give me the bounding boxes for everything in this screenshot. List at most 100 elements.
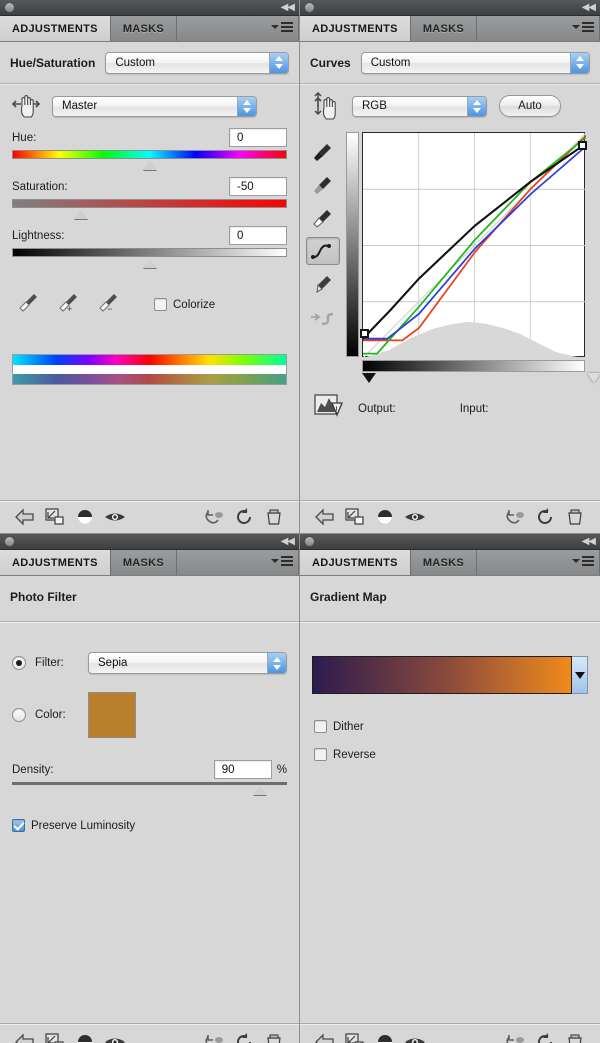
lightness-thumb[interactable] bbox=[142, 259, 157, 268]
delete-trash-icon[interactable] bbox=[560, 1029, 590, 1043]
curves-graph[interactable] bbox=[360, 132, 587, 358]
reset-icon[interactable] bbox=[530, 1029, 560, 1043]
clip-to-layer-icon[interactable] bbox=[340, 1029, 370, 1043]
dither-checkbox[interactable] bbox=[314, 720, 327, 733]
curve-tool-icon[interactable] bbox=[306, 237, 340, 265]
panel-menu-icon[interactable] bbox=[572, 22, 594, 32]
collapse-icon[interactable]: ◀◀ bbox=[582, 536, 596, 547]
lightness-track[interactable] bbox=[12, 248, 287, 268]
tab-masks[interactable]: MASKS bbox=[410, 550, 478, 575]
channel-dropdown[interactable]: RGB bbox=[352, 95, 487, 117]
visibility-eye-icon[interactable] bbox=[100, 1029, 130, 1043]
panel-menu-icon[interactable] bbox=[271, 556, 293, 566]
density-track[interactable] bbox=[12, 782, 287, 795]
preserve-luminosity-checkbox[interactable] bbox=[12, 819, 25, 832]
clip-to-layer-icon[interactable] bbox=[340, 504, 370, 530]
visibility-eye-icon[interactable] bbox=[400, 1029, 430, 1043]
eyedropper-gray-point-icon[interactable] bbox=[306, 171, 340, 199]
previous-state-icon[interactable] bbox=[199, 504, 229, 530]
filter-radio[interactable] bbox=[12, 656, 26, 670]
mask-view-icon[interactable] bbox=[370, 504, 400, 530]
mask-view-icon[interactable] bbox=[70, 1029, 100, 1043]
window-dot-icon[interactable] bbox=[304, 536, 315, 547]
collapse-icon[interactable]: ◀◀ bbox=[281, 536, 295, 547]
gradient-preview[interactable] bbox=[312, 656, 572, 694]
window-dot-icon[interactable] bbox=[4, 2, 15, 13]
previous-state-icon[interactable] bbox=[500, 1029, 530, 1043]
back-arrow-icon[interactable] bbox=[310, 1029, 340, 1043]
curve-control-point-white[interactable] bbox=[578, 141, 587, 150]
preset-dropdown[interactable]: Custom bbox=[105, 51, 289, 74]
panel-menu-icon[interactable] bbox=[572, 556, 594, 566]
tab-masks[interactable]: MASKS bbox=[410, 16, 478, 41]
filter-dropdown[interactable]: Sepia bbox=[88, 652, 287, 674]
smooth-curve-icon[interactable] bbox=[306, 303, 340, 331]
eyedropper-subtract-icon[interactable]: − bbox=[98, 291, 120, 318]
reverse-checkbox[interactable] bbox=[314, 748, 327, 761]
visibility-eye-icon[interactable] bbox=[400, 504, 430, 530]
colorize-checkbox-row[interactable]: Colorize bbox=[154, 298, 215, 311]
reset-icon[interactable] bbox=[229, 504, 259, 530]
back-arrow-icon[interactable] bbox=[10, 1029, 40, 1043]
clip-to-layer-icon[interactable] bbox=[40, 504, 70, 530]
on-image-adjust-hand-icon[interactable] bbox=[312, 91, 340, 120]
tab-adjustments[interactable]: ADJUSTMENTS bbox=[0, 16, 111, 41]
mask-view-icon[interactable] bbox=[70, 504, 100, 530]
on-image-adjust-hand-icon[interactable] bbox=[11, 92, 41, 120]
preset-dropdown[interactable]: Custom bbox=[360, 51, 590, 74]
color-radio[interactable] bbox=[12, 708, 26, 722]
lightness-value-field[interactable]: 0 bbox=[229, 226, 287, 245]
curve-control-point-black[interactable] bbox=[360, 329, 369, 338]
channel-dropdown[interactable]: Master bbox=[52, 95, 257, 117]
pencil-tool-icon[interactable] bbox=[306, 270, 340, 298]
colorize-checkbox[interactable] bbox=[154, 298, 167, 311]
delete-trash-icon[interactable] bbox=[560, 504, 590, 530]
collapse-icon[interactable]: ◀◀ bbox=[281, 2, 295, 13]
window-dot-icon[interactable] bbox=[304, 2, 315, 13]
reverse-row[interactable]: Reverse bbox=[300, 733, 600, 761]
eyedropper-white-point-icon[interactable] bbox=[306, 204, 340, 232]
tab-masks[interactable]: MASKS bbox=[110, 550, 178, 575]
back-arrow-icon[interactable] bbox=[10, 504, 40, 530]
saturation-track[interactable] bbox=[12, 199, 287, 219]
tab-adjustments[interactable]: ADJUSTMENTS bbox=[300, 550, 411, 575]
white-point-slider[interactable] bbox=[587, 373, 600, 383]
mask-view-icon[interactable] bbox=[370, 1029, 400, 1043]
collapse-icon[interactable]: ◀◀ bbox=[582, 2, 596, 13]
stepper-icon[interactable] bbox=[267, 653, 286, 673]
visibility-eye-icon[interactable] bbox=[100, 504, 130, 530]
previous-state-icon[interactable] bbox=[199, 1029, 229, 1043]
window-dot-icon[interactable] bbox=[4, 536, 15, 547]
density-thumb[interactable] bbox=[252, 786, 267, 795]
stepper-icon[interactable] bbox=[269, 52, 288, 73]
saturation-thumb[interactable] bbox=[74, 210, 89, 219]
auto-button[interactable]: Auto bbox=[499, 95, 561, 117]
clip-to-layer-icon[interactable] bbox=[40, 1029, 70, 1043]
eyedropper-add-icon[interactable]: + bbox=[58, 291, 80, 318]
delete-trash-icon[interactable] bbox=[259, 1029, 289, 1043]
stepper-icon[interactable] bbox=[237, 96, 256, 116]
previous-state-icon[interactable] bbox=[500, 504, 530, 530]
tab-adjustments[interactable]: ADJUSTMENTS bbox=[300, 16, 411, 41]
histogram-warning-icon[interactable]: ! bbox=[314, 393, 344, 424]
density-value-field[interactable]: 90 bbox=[213, 760, 272, 779]
hue-value-field[interactable]: 0 bbox=[229, 128, 287, 147]
tab-adjustments[interactable]: ADJUSTMENTS bbox=[0, 550, 111, 575]
saturation-value-field[interactable]: -50 bbox=[229, 177, 287, 196]
gradient-dropdown-arrow-icon[interactable] bbox=[572, 656, 588, 694]
hue-thumb[interactable] bbox=[142, 161, 157, 170]
stepper-icon[interactable] bbox=[570, 52, 589, 73]
reset-icon[interactable] bbox=[229, 1029, 259, 1043]
black-point-slider[interactable] bbox=[362, 373, 376, 383]
color-swatch[interactable] bbox=[88, 692, 136, 738]
eyedropper-icon[interactable] bbox=[18, 291, 40, 318]
stepper-icon[interactable] bbox=[467, 96, 486, 116]
delete-trash-icon[interactable] bbox=[259, 504, 289, 530]
reset-icon[interactable] bbox=[530, 504, 560, 530]
hue-track[interactable] bbox=[12, 150, 287, 170]
tab-masks[interactable]: MASKS bbox=[110, 16, 178, 41]
panel-menu-icon[interactable] bbox=[271, 22, 293, 32]
back-arrow-icon[interactable] bbox=[310, 504, 340, 530]
dither-row[interactable]: Dither bbox=[300, 694, 600, 733]
eyedropper-black-point-icon[interactable] bbox=[306, 138, 340, 166]
